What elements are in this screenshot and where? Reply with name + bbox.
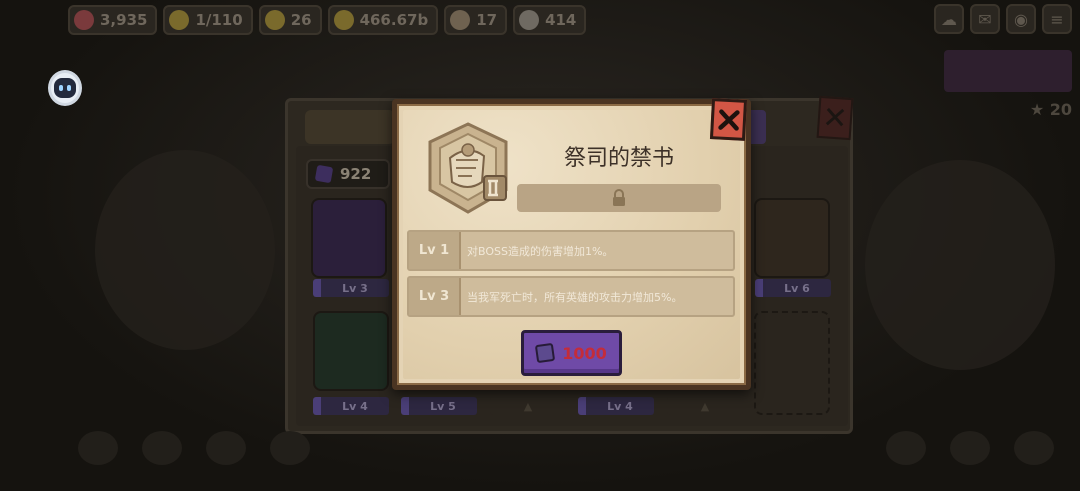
item-card[interactable]: [754, 198, 830, 278]
star-icon: ★: [1029, 100, 1045, 119]
trophy-icon: [264, 10, 285, 30]
player-avatar[interactable]: [48, 70, 82, 106]
effect-row: Lv 3 当我军死亡时，所有英雄的攻击力增加5%。: [407, 276, 735, 317]
nav-battle-icon[interactable]: [78, 431, 118, 465]
item-card[interactable]: [311, 198, 387, 278]
item-level-locked: ▲: [667, 397, 743, 415]
energy-icon: [169, 10, 190, 30]
resource-value: 17: [476, 11, 498, 29]
item-level: Lv 4: [578, 397, 654, 415]
stone-icon: [519, 10, 540, 30]
close-icon: [717, 108, 740, 131]
purchase-price: 1000: [562, 343, 607, 363]
effect-description: 对BOSS造成的伤害增加1%。: [467, 244, 614, 258]
resource-value: 26: [290, 11, 312, 29]
ruby-icon: [74, 10, 94, 30]
resource-value: 1/110: [195, 11, 243, 29]
cloud-upload-button[interactable]: ☁: [934, 4, 964, 34]
item-level: Lv 6: [755, 279, 831, 297]
ore-icon: [450, 10, 471, 30]
effect-row: Lv 1 对BOSS造成的伤害增加1%。: [407, 230, 735, 271]
item-level: Lv 4: [313, 397, 389, 415]
close-icon: ✕: [821, 99, 849, 137]
mail-icon: ✉: [978, 9, 992, 29]
coin-icon: [333, 10, 354, 30]
inventory-close-button[interactable]: ✕: [816, 95, 854, 141]
lock-icon: [613, 189, 625, 206]
item-card[interactable]: [313, 311, 389, 391]
menu-button[interactable]: ≡: [1042, 4, 1072, 34]
camera-button[interactable]: ◉: [1006, 4, 1036, 34]
resource-coin[interactable]: 466.67b: [327, 5, 439, 35]
item-title: 祭司的禁书: [563, 146, 674, 171]
progress-locked-bar: [517, 184, 721, 212]
nav-shop-icon[interactable]: [950, 431, 990, 465]
star-count-value: 20: [1049, 100, 1072, 119]
locked-item-card[interactable]: [754, 311, 830, 415]
item-level: Lv 5: [401, 397, 477, 415]
resource-ruby[interactable]: 3,935: [68, 5, 158, 35]
item-level: Lv 3: [313, 279, 389, 297]
effect-level: Lv 1: [409, 232, 461, 269]
resource-value: 414: [545, 11, 577, 29]
nav-guild-icon[interactable]: [886, 431, 926, 465]
book-currency: 922: [306, 159, 390, 189]
nav-event-icon[interactable]: [1014, 431, 1054, 465]
background-figure: [95, 150, 275, 350]
star-count: ★ 20: [1030, 100, 1072, 119]
lock-icon: ▲: [700, 399, 710, 413]
resource-energy[interactable]: 1/110: [163, 5, 253, 35]
inventory-tab[interactable]: [305, 110, 395, 144]
resource-ore[interactable]: 17: [444, 5, 508, 35]
purchase-button[interactable]: 1000: [521, 330, 622, 376]
resource-trophy[interactable]: 26: [258, 5, 322, 35]
resource-value: 3,935: [100, 11, 148, 29]
tome-icon: [314, 164, 334, 184]
event-banner[interactable]: [944, 50, 1072, 92]
mail-button[interactable]: ✉: [970, 4, 1000, 34]
tome-currency-icon: [535, 342, 556, 364]
item-level-locked: ▲: [490, 397, 566, 415]
nav-treasure-icon[interactable]: [270, 431, 310, 465]
resource-bar: 3,935 1/110 26 466.67b 17 414: [68, 4, 587, 36]
robot-face-icon: [54, 78, 76, 98]
resource-value: 466.67b: [359, 11, 429, 29]
resource-stone[interactable]: 414: [513, 5, 587, 35]
effect-description: 当我军死亡时，所有英雄的攻击力增加5%。: [467, 290, 683, 304]
forbidden-book-icon: [428, 122, 508, 214]
background-figure: [865, 160, 1055, 370]
hamburger-icon: ≡: [1050, 9, 1064, 29]
nav-hero-icon[interactable]: [206, 431, 246, 465]
lock-icon: ▲: [523, 399, 533, 413]
book-currency-value: 922: [340, 165, 372, 183]
cloud-icon: ☁: [941, 9, 957, 29]
nav-upgrade-icon[interactable]: [142, 431, 182, 465]
top-menu: ☁ ✉ ◉ ≡: [934, 4, 1072, 34]
effect-level: Lv 3: [409, 278, 461, 315]
modal-close-button[interactable]: [709, 98, 748, 141]
camera-icon: ◉: [1014, 9, 1028, 29]
